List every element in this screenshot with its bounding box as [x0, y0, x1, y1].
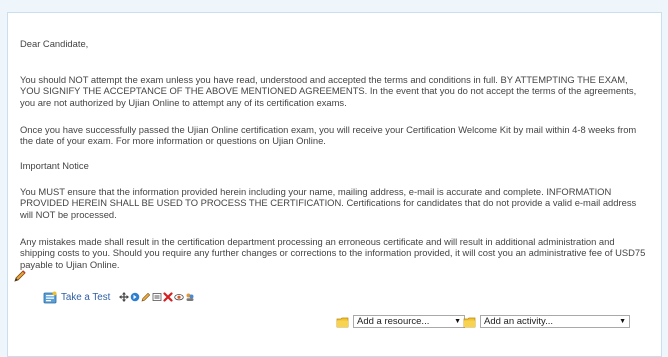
welcome-kit-paragraph: Once you have successfully passed the Uj…: [20, 124, 637, 147]
add-activity-select[interactable]: Add an activity... ▼: [480, 315, 630, 328]
add-resource-control: Add a resource... ▼: [336, 315, 465, 328]
information-accuracy-paragraph: You MUST ensure that the information pro…: [20, 186, 637, 220]
add-activity-control: Add an activity... ▼: [463, 315, 630, 328]
dropdown-arrow-icon: ▼: [454, 318, 461, 325]
group-mode-icon[interactable]: [185, 292, 195, 302]
activity-tools: [119, 292, 195, 302]
edit-icon[interactable]: [141, 292, 151, 302]
greeting-text: Dear Candidate,: [20, 38, 89, 49]
dropdown-arrow-icon: ▼: [619, 318, 626, 325]
move-icon[interactable]: [119, 292, 130, 302]
take-a-test-link[interactable]: Take a Test: [61, 292, 110, 303]
delete-icon[interactable]: [163, 292, 173, 302]
folder-icon: [463, 317, 476, 327]
roles-icon[interactable]: [152, 292, 162, 302]
indent-right-icon[interactable]: [130, 292, 140, 302]
terms-paragraph: You should NOT attempt the exam unless y…: [20, 74, 637, 108]
hide-eye-icon[interactable]: [174, 292, 185, 302]
mistakes-fee-paragraph: Any mistakes made shall result in the ce…: [20, 236, 646, 270]
edit-summary-icon[interactable]: [13, 269, 27, 283]
important-notice-heading: Important Notice: [20, 160, 89, 171]
quiz-icon: [43, 291, 57, 303]
add-resource-select[interactable]: Add a resource... ▼: [353, 315, 465, 328]
section-content-box: Dear Candidate, You should NOT attempt t…: [7, 12, 662, 357]
add-resource-selected: Add a resource...: [357, 316, 430, 327]
activity-row: Take a Test: [43, 290, 195, 304]
folder-icon: [336, 317, 349, 327]
add-activity-selected: Add an activity...: [484, 316, 553, 327]
